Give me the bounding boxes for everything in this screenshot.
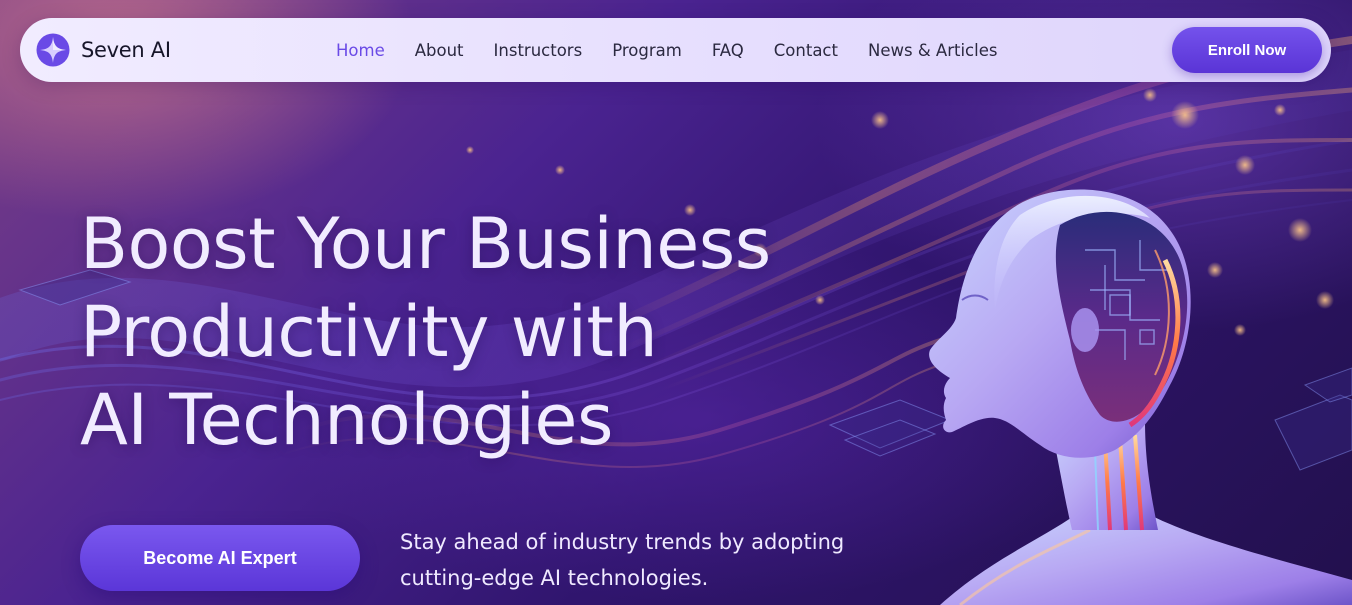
ai-head-illustration bbox=[929, 189, 1352, 605]
nav-link-home[interactable]: Home bbox=[336, 41, 385, 60]
nav-link-contact[interactable]: Contact bbox=[774, 41, 838, 60]
enroll-now-button[interactable]: Enroll Now bbox=[1172, 27, 1322, 73]
brand-logo[interactable]: Seven AI bbox=[36, 32, 171, 68]
nav-links: Home About Instructors Program FAQ Conta… bbox=[336, 18, 997, 82]
nav-link-faq[interactable]: FAQ bbox=[712, 41, 744, 60]
hero-tagline-line: Stay ahead of industry trends by adoptin… bbox=[400, 530, 845, 554]
hero-tagline: Stay ahead of industry trends by adoptin… bbox=[400, 524, 900, 596]
nav-link-instructors[interactable]: Instructors bbox=[494, 41, 583, 60]
hero-headline-line: Productivity with bbox=[80, 291, 658, 373]
hero-headline: Boost Your Business Productivity with AI… bbox=[80, 200, 880, 464]
hero-section: Seven AI Home About Instructors Program … bbox=[0, 0, 1352, 605]
top-navbar: Seven AI Home About Instructors Program … bbox=[20, 18, 1331, 82]
become-ai-expert-button[interactable]: Become AI Expert bbox=[80, 525, 360, 591]
hero-headline-line: Boost Your Business bbox=[80, 203, 771, 285]
hero-headline-line: AI Technologies bbox=[80, 379, 613, 461]
hero-tagline-line: cutting-edge AI technologies. bbox=[400, 566, 709, 590]
nav-link-news-articles[interactable]: News & Articles bbox=[868, 41, 997, 60]
nav-link-program[interactable]: Program bbox=[612, 41, 682, 60]
nav-link-about[interactable]: About bbox=[415, 41, 464, 60]
sparkle-logo-icon bbox=[36, 33, 70, 67]
brand-name: Seven AI bbox=[81, 38, 171, 62]
